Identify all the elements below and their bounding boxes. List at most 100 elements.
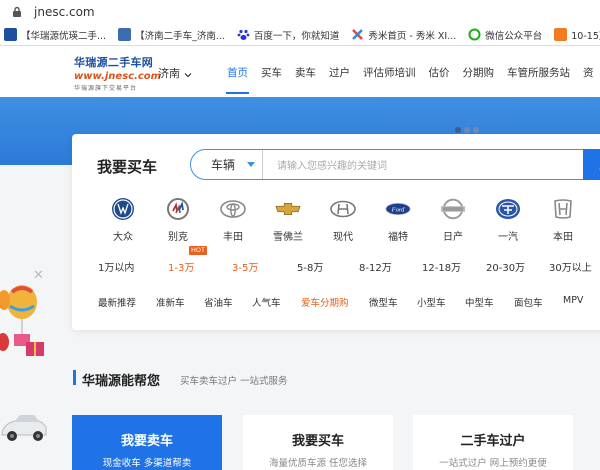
card-subtitle: 一站式过户 网上预约更便 [439,458,547,469]
nav-valuation[interactable]: 估价 [424,47,455,97]
car-type-item[interactable]: 爱车分期购 [301,295,349,309]
car-type-item[interactable]: 准新车 [156,295,185,309]
car-type-list: 最新推荐 准新车 省油车 人气车 爱车分期购 微型车 小型车 中型车 面包车 M… [72,295,600,311]
search-type-label: 车辆 [211,158,236,172]
brand-item-chevrolet[interactable]: 雪佛兰 [257,196,319,243]
nav-installment[interactable]: 分期购 [458,47,500,97]
brand-label: 雪佛兰 [273,232,303,243]
toyota-logo-icon [220,196,246,222]
price-range-item[interactable]: 1-3万 [168,259,194,274]
bookmark-label: 百度一下，你就知道 [253,30,340,42]
brand-item-nissan[interactable]: 日产 [422,196,484,243]
price-range-item[interactable]: 12-18万 [422,259,461,274]
carousel-dots [455,127,482,133]
page-root: jnesc.com 【华瑞源优瑛二手... 【济南二手车_济南... 百度一下，… [0,0,600,470]
car-type-item[interactable]: 人气车 [252,295,281,309]
brand-label: 本田 [553,232,573,243]
vw-logo-icon [110,196,136,222]
bookmark-item[interactable]: 10-15万车型导购... [554,28,600,42]
balloon-decoration-icon[interactable] [0,280,50,375]
brand-item-ford[interactable]: Ford 福特 [367,196,429,243]
card-title: 我要卖车 [120,434,173,449]
bookmark-item[interactable]: 微信公众平台 [468,28,542,42]
site-logo[interactable]: 华瑞源二手车网 www.jnesc.com 华瑞源旗下交易平台 [74,54,162,92]
car-type-item[interactable]: 最新推荐 [98,295,136,309]
xiumi-icon [351,28,365,41]
brand-item-honda[interactable]: 本田 [532,196,594,243]
carousel-dot[interactable] [455,127,461,133]
honda-logo-icon [550,196,576,222]
panel-title: 我要买车 [97,158,158,176]
site-icon [4,28,17,41]
card-subtitle: 海量优质车源 任您选择 [268,458,368,469]
logo-url: www.jnesc.com [74,71,162,82]
card-title: 我要买车 [291,434,344,449]
card-sell-car[interactable]: 我要卖车 现金收车 多渠道帮卖 [72,415,222,470]
city-selector[interactable]: 济南 [158,65,192,81]
search-input[interactable]: 请输入您感兴趣的关键词 [263,150,583,179]
car-type-item[interactable]: 微型车 [369,295,398,309]
bookmark-label: 【济南二手车_济南... [135,30,225,42]
brand-item-more[interactable]: 更 [587,196,600,243]
bookmark-item[interactable]: 秀米首页 - 秀米 XI... [351,28,456,42]
brand-item-vw[interactable]: 大众 [92,196,154,243]
car-type-item[interactable]: 面包车 [514,295,543,309]
price-range-item[interactable]: 20-30万 [486,259,525,274]
price-range-item[interactable]: 30万以上 [549,259,592,274]
price-range-item[interactable]: 3-5万 [232,259,258,274]
bookmarks-bar: 【华瑞源优瑛二手... 【济南二手车_济南... 百度一下，你就知道 秀米首页 … [0,24,600,46]
car-type-item[interactable]: MPV [563,295,583,306]
chevron-down-icon [184,69,192,78]
nav-dmv-service[interactable]: 车管所服务站 [502,47,575,97]
hot-badge: HOT [189,246,207,255]
price-range-item[interactable]: 5-8万 [297,259,323,274]
brand-label: 一汽 [498,232,518,243]
buick-logo-icon [165,196,191,222]
bookmark-label: 微信公众平台 [485,30,543,42]
url-text: jnesc.com [34,5,95,19]
chevrolet-logo-icon [275,196,301,222]
bookmark-label: 10-15万车型导购... [571,30,600,42]
bookmark-label: 【华瑞源优瑛二手... [21,30,107,42]
car-type-item[interactable]: 小型车 [417,295,446,309]
nav-training[interactable]: 评估师培训 [358,47,421,97]
brand-item-buick[interactable]: 别克 [147,196,209,243]
carousel-dot[interactable] [464,127,470,133]
car-type-item[interactable]: 中型车 [465,295,494,309]
bookmark-item[interactable]: 【济南二手车_济南... [118,28,225,42]
brand-item-hyundai[interactable]: 现代 [312,196,374,243]
brand-label: 丰田 [223,232,243,243]
car-image [1,415,47,441]
bookmark-icon [554,28,568,41]
price-range-item[interactable]: 8-12万 [359,259,392,274]
price-range-item[interactable]: 1万以内 [98,259,134,274]
car-type-item[interactable]: 省油车 [204,295,233,309]
caret-down-icon [247,162,256,167]
bookmark-item[interactable]: 百度一下，你就知道 [236,28,340,42]
nav-sell[interactable]: 卖车 [290,47,321,97]
search-bar: 车辆 请输入您感兴趣的关键词 立 [190,148,600,180]
carousel-dot[interactable] [473,127,479,133]
site-icon [118,28,132,41]
nav-buy[interactable]: 买车 [256,47,287,97]
price-range-list: 1万以内 1-3万 HOT 3-5万 5-8万 8-12万 12-18万 20-… [72,246,600,275]
address-bar[interactable]: jnesc.com [0,0,600,24]
ford-logo-icon: Ford [385,196,411,222]
brand-item-toyota[interactable]: 丰田 [202,196,264,243]
section-title: 华瑞源能帮您 [82,374,161,389]
brand-label: 日产 [443,232,463,243]
nav-more[interactable]: 资 [578,47,599,97]
bookmark-item[interactable]: 【华瑞源优瑛二手... [4,28,106,42]
card-subtitle: 现金收车 多渠道帮卖 [102,458,192,469]
logo-tagline: 华瑞源旗下交易平台 [74,85,138,92]
search-type-dropdown[interactable]: 车辆 [191,150,263,179]
nav-home[interactable]: 首页 [222,47,253,97]
brand-item-faw[interactable]: 一汽 [477,196,539,243]
card-buy-car[interactable]: 我要买车 海量优质车源 任您选择 [243,415,393,470]
main-nav: 首页 买车 卖车 过户 评估师培训 估价 分期购 车管所服务站 资 [222,47,600,97]
search-button[interactable]: 立 [583,148,600,180]
nav-transfer[interactable]: 过户 [324,47,355,97]
section-accent-bar [73,370,76,385]
section-subtitle: 买车卖车过户 一站式服务 [180,376,288,387]
card-transfer[interactable]: 二手车过户 一站式过户 网上预约更便 [413,415,573,470]
